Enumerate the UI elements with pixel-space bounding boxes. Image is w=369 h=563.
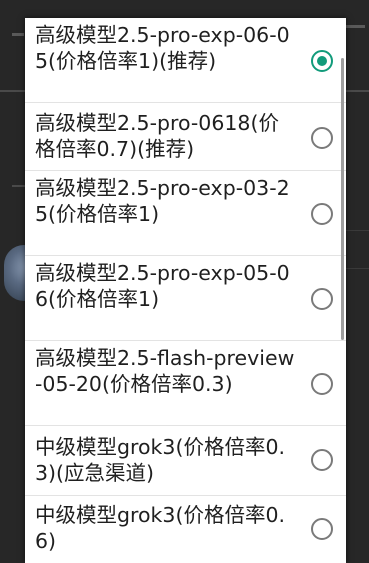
background-divider-edge [344,230,369,231]
model-option-label: 高级模型2.5-pro-exp-05-06(价格倍率1) [35,261,290,311]
background-divider-edge [344,268,369,269]
model-option-label: 高级模型2.5-pro-exp-06-05(价格倍率1)(推荐) [35,23,290,73]
model-option[interactable]: 高级模型2.5-pro-exp-06-05(价格倍率1)(推荐) [25,18,346,103]
model-option-label: 中级模型grok3(价格倍率0.3)(应急渠道) [35,435,286,485]
background-divider-short [12,185,26,187]
model-option[interactable]: 高级模型2.5-pro-0618(价格倍率0.7)(推荐) [25,103,346,171]
model-option-label: 中级模型grok3(价格倍率0.6) [35,503,286,553]
radio-unselected-icon[interactable] [311,288,333,310]
model-select-dialog: 高级模型2.5-pro-exp-06-05(价格倍率1)(推荐) 高级模型2.5… [25,18,346,563]
radio-dot [317,56,327,66]
model-option-label: 高级模型2.5-flash-preview-05-20(价格倍率0.3) [35,346,295,396]
radio-unselected-icon[interactable] [311,449,333,471]
background-toolbar-icon [345,25,365,28]
radio-unselected-icon[interactable] [311,203,333,225]
model-option[interactable]: 中级模型grok3(价格倍率0.3)(应急渠道) [25,426,346,496]
model-option-label: 高级模型2.5-pro-0618(价格倍率0.7)(推荐) [35,111,279,161]
background-menu-icon [12,33,24,36]
model-option-label: 高级模型2.5-pro-exp-03-25(价格倍率1) [35,176,290,226]
radio-unselected-icon[interactable] [311,127,333,149]
radio-unselected-icon[interactable] [311,518,333,540]
model-option[interactable]: 中级模型grok3(价格倍率0.6) [25,496,346,563]
radio-selected-icon[interactable] [311,50,333,72]
model-option[interactable]: 高级模型2.5-pro-exp-03-25(价格倍率1) [25,171,346,256]
radio-unselected-icon[interactable] [311,373,333,395]
model-option[interactable]: 高级模型2.5-pro-exp-05-06(价格倍率1) [25,256,346,341]
model-option[interactable]: 高级模型2.5-flash-preview-05-20(价格倍率0.3) [25,341,346,426]
scrollbar-thumb[interactable] [341,58,344,340]
